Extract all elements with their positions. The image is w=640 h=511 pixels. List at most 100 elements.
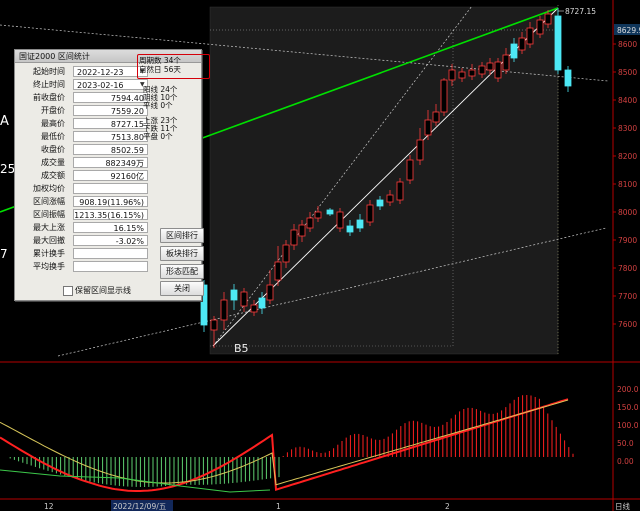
candle (386, 194, 394, 203)
candle (346, 225, 354, 233)
left-label-7: 7 (0, 247, 8, 261)
keep-range-lines-label: 保留区间显示线 (75, 286, 131, 295)
candle (336, 211, 344, 229)
candle (458, 71, 466, 79)
field-value: 16.15% (73, 222, 148, 233)
start-time-value: 2022-12-23 (77, 68, 124, 77)
candle (416, 139, 424, 161)
period-count: 周期数 34个 (139, 56, 181, 65)
candle (290, 229, 298, 246)
low-label: B5 (234, 342, 249, 355)
field-value: 92160亿 (73, 170, 148, 181)
candle (478, 65, 486, 75)
y-tick-label: 7900 (618, 236, 637, 245)
range-stats-dialog: 国证2000 区间统计 起始时间 2022-12-23 ▼ 终止时间 2023-… (14, 49, 210, 301)
candle (396, 181, 404, 201)
field-value: 908.19(11.96%) (73, 196, 148, 207)
flat-lines: 平线 0个 (143, 101, 173, 110)
candle (210, 319, 218, 331)
left-label-25: 25 (0, 162, 15, 176)
field-value: 7594.40 (73, 92, 148, 103)
candle (448, 69, 456, 81)
field-label: 平均换手 (33, 262, 65, 271)
field-value: 8727.15 (73, 118, 148, 129)
candle (440, 79, 448, 113)
keep-range-lines-checkbox[interactable] (63, 286, 73, 296)
close-button[interactable]: 关闭 (160, 281, 204, 296)
candle (424, 119, 432, 136)
candle (298, 224, 306, 237)
y-tick-label: 7600 (618, 320, 637, 329)
candle (544, 13, 552, 25)
candle (486, 62, 494, 71)
candle (356, 219, 364, 229)
y-tick-label: 8400 (618, 96, 637, 105)
period-label[interactable]: 日线 (615, 501, 630, 511)
x-label-1: 1 (276, 502, 281, 511)
field-label: 最大上涨 (33, 223, 65, 232)
left-label-a: A (0, 114, 9, 129)
candle (376, 199, 384, 207)
y-tick-label: 8500 (618, 68, 637, 77)
candle (518, 37, 526, 51)
candle (366, 204, 374, 223)
field-value: 1213.35(16.15%) (73, 209, 148, 220)
candle (432, 111, 440, 123)
indicator-tick-label: 0.00 (617, 457, 634, 466)
candle (326, 209, 334, 215)
sector-rank-button[interactable]: 板块排行 (160, 246, 204, 261)
y-tick-label: 8100 (618, 180, 637, 189)
field-label: 加权均价 (33, 184, 65, 193)
field-label: 开盘价 (41, 106, 65, 115)
field-label: 累计换手 (33, 249, 65, 258)
candle (406, 159, 414, 181)
field-label: 最高价 (41, 119, 65, 128)
indicator-tick-label: 50.0 (617, 439, 634, 448)
y-tick-label: 8200 (618, 152, 637, 161)
y-tick-label: 8600 (618, 40, 637, 49)
end-time-field[interactable]: 2023-02-16 ▼ (73, 79, 148, 90)
field-value: 7513.80 (73, 131, 148, 142)
candle (510, 43, 518, 59)
candle (564, 69, 572, 87)
candle (494, 61, 502, 79)
field-label: 收盘价 (41, 145, 65, 154)
field-value: 8502.59 (73, 144, 148, 155)
range-rank-button[interactable]: 区间排行 (160, 228, 204, 243)
field-label: 区间振幅 (33, 210, 65, 219)
field-value: -3.02% (73, 235, 148, 246)
field-label: 区间涨幅 (33, 197, 65, 206)
flat-days: 平盘 0个 (143, 132, 173, 141)
field-label: 成交量 (41, 158, 65, 167)
x-label-date: 2022/12/09/五 (113, 502, 167, 511)
candle (282, 244, 290, 263)
candle (240, 291, 248, 307)
x-label-12: 12 (44, 502, 54, 511)
field-label: 最大回撤 (33, 236, 65, 245)
candle (258, 297, 266, 309)
indicator-tick-label: 150.0 (617, 403, 639, 412)
candle (220, 299, 228, 321)
candle (266, 284, 274, 301)
x-label-2: 2 (445, 502, 450, 511)
candle (502, 54, 510, 71)
candle (536, 19, 544, 35)
candle (274, 261, 282, 281)
natural-days: 自然日 56天 (139, 65, 181, 74)
y-tick-label: 8300 (618, 124, 637, 133)
candle (468, 69, 476, 77)
field-value: 7559.20 (73, 105, 148, 116)
field-label: 成交额 (41, 171, 65, 180)
candle (314, 211, 322, 219)
y-tick-label: 7800 (618, 264, 637, 273)
field-label: 前收盘价 (33, 93, 65, 102)
y-tick-label: 7700 (618, 292, 637, 301)
candle (306, 217, 314, 229)
high-label: 8727.15 (565, 7, 596, 16)
pattern-match-button[interactable]: 形态匹配 (160, 264, 204, 279)
price-tag-text: 8629.9 (617, 26, 640, 35)
field-value (73, 248, 148, 259)
indicator-tick-label: 100.0 (617, 421, 639, 430)
end-time-label: 终止时间 (33, 80, 65, 89)
candle (526, 27, 534, 45)
